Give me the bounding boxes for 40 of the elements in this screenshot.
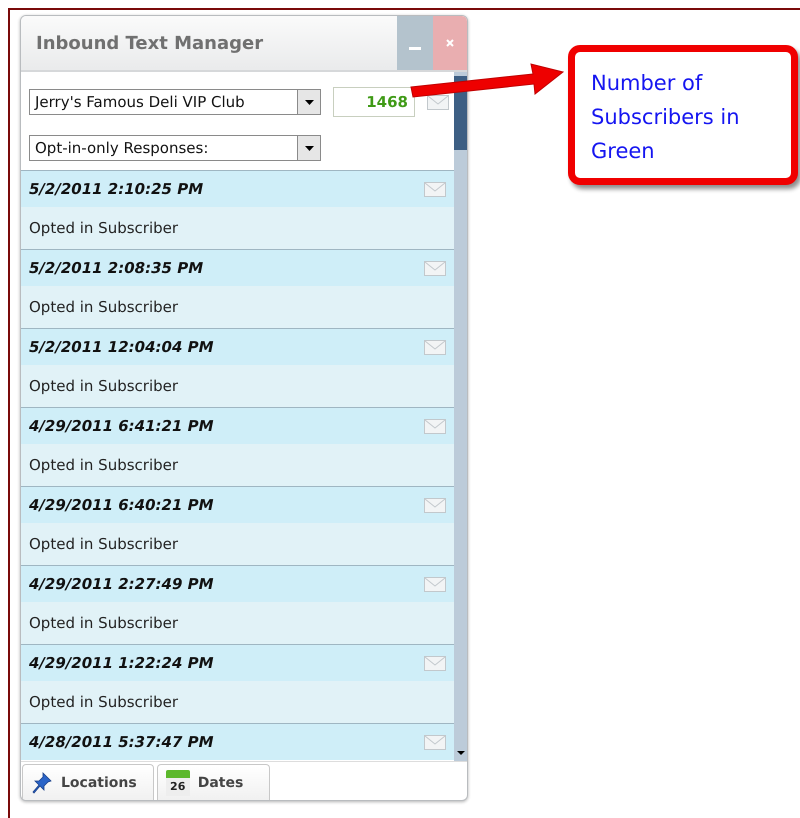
subscriber-count: 1468: [333, 87, 415, 117]
message-header[interactable]: 4/29/2011 1:22:24 PM: [21, 645, 454, 681]
message-text: Opted in Subscriber: [29, 456, 178, 474]
tab[interactable]: 26 Dates: [156, 764, 270, 800]
message-header[interactable]: 4/29/2011 6:40:21 PM: [21, 487, 454, 523]
message-header[interactable]: 4/29/2011 2:27:49 PM: [21, 566, 454, 602]
message-header[interactable]: 5/2/2011 2:08:35 PM: [21, 250, 454, 286]
caret-icon: [304, 100, 314, 104]
message-time: 4/29/2011 6:40:21 PM: [29, 496, 214, 514]
message-text: Opted in Subscriber: [29, 219, 178, 237]
callout-text: Number of Subscribers in Green: [591, 70, 741, 165]
pushpin-icon: [31, 770, 53, 794]
scrollbar[interactable]: [454, 72, 467, 761]
message-time: 5/2/2011 2:08:35 PM: [29, 259, 204, 277]
message-time: 4/29/2011 2:27:49 PM: [29, 575, 214, 593]
message-header[interactable]: 4/28/2011 5:37:47 PM: [21, 724, 454, 760]
message-time: 5/2/2011 2:10:25 PM: [29, 180, 204, 198]
tab[interactable]: Locations: [22, 764, 154, 800]
window-title: Inbound Text Manager: [35, 32, 264, 56]
message-time: 4/28/2011 5:37:47 PM: [29, 733, 214, 751]
minimize-button[interactable]: [397, 16, 433, 70]
minimize-icon: [409, 46, 421, 50]
scroll-down-icon[interactable]: [457, 751, 465, 755]
message-text: Opted in Subscriber: [29, 614, 178, 632]
caret-icon: [304, 146, 314, 150]
message-time: 5/2/2011 12:04:04 PM: [29, 338, 214, 356]
close-icon: [445, 38, 455, 48]
message-time: 4/29/2011 1:22:24 PM: [29, 654, 214, 672]
message-text: Opted in Subscriber: [29, 377, 178, 395]
message-header[interactable]: 4/29/2011 6:41:21 PM: [21, 408, 454, 444]
envelope-icon[interactable]: [427, 94, 449, 110]
filter-dropdown[interactable]: Opt-in-only Responses:: [29, 135, 321, 161]
close-button[interactable]: [433, 16, 467, 70]
message-text: Opted in Subscriber: [29, 693, 178, 711]
message-time: 4/29/2011 6:41:21 PM: [29, 417, 214, 435]
message-text: Opted in Subscriber: [29, 535, 178, 553]
message-text: Opted in Subscriber: [29, 298, 178, 316]
message-header[interactable]: 5/2/2011 2:10:25 PM: [21, 171, 454, 207]
club-dropdown[interactable]: Jerry's Famous Deli VIP Club: [29, 89, 321, 115]
message-header[interactable]: 5/2/2011 12:04:04 PM: [21, 329, 454, 365]
